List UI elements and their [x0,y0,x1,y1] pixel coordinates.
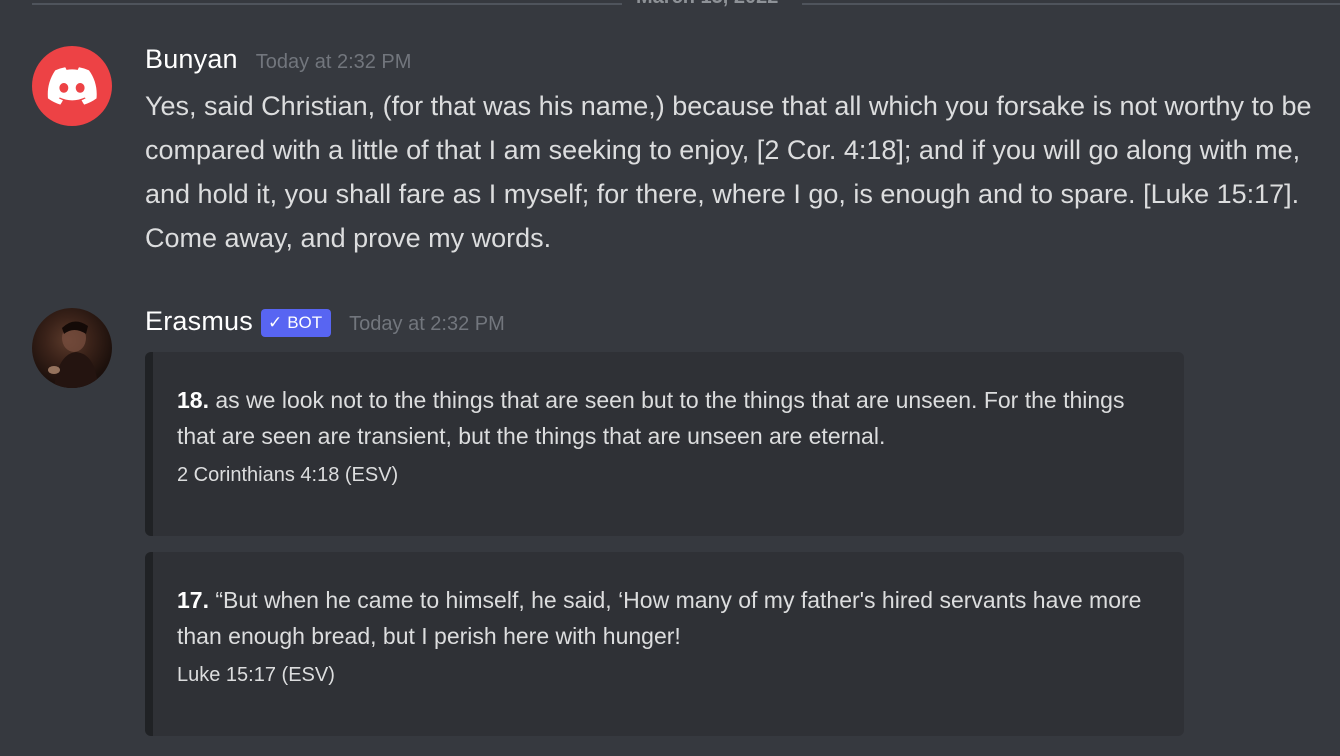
verse-reference: Luke 15:17 (ESV) [177,664,335,686]
username[interactable]: Erasmus [145,306,253,337]
message-body: Bunyan Today at 2:32 PM Yes, said Christ… [145,44,1320,260]
verse-text: “But when he came to himself, he said, ‘… [177,587,1142,649]
date-divider-label: March 13, 2022 [636,0,778,9]
portrait-avatar [48,321,98,388]
verse-number: 17. [177,587,209,613]
message-header: Bunyan Today at 2:32 PM [145,44,1320,84]
message-header: Erasmus ✓ BOT Today at 2:32 PM [145,306,1320,346]
timestamp[interactable]: Today at 2:32 PM [256,51,412,74]
chat-view: March 13, 2022 Bunyan Today at 2:32 PM Y… [0,0,1340,756]
divider-line [32,3,622,5]
verse-reference: 2 Corinthians 4:18 (ESV) [177,464,399,486]
message-body: Erasmus ✓ BOT Today at 2:32 PM [145,306,1320,346]
checkmark-icon: ✓ [267,313,283,332]
discord-logo-icon [47,67,97,105]
timestamp[interactable]: Today at 2:32 PM [349,313,505,336]
avatar-erasmus[interactable] [32,308,112,388]
verse-number: 18. [177,387,209,413]
date-divider: March 13, 2022 [32,0,1340,10]
embed-description: 17. “But when he came to himself, he sai… [177,582,1144,654]
verse-embed: 17. “But when he came to himself, he sai… [145,552,1184,736]
username[interactable]: Bunyan [145,44,238,75]
divider-line [802,3,1340,5]
bot-tag-label: BOT [287,313,323,332]
avatar-bunyan[interactable] [32,46,112,126]
bot-tag: ✓ BOT [260,309,332,337]
message-text: Yes, said Christian, (for that was his n… [145,91,1312,253]
embed-description: 18. as we look not to the things that ar… [177,382,1144,454]
verse-embed: 18. as we look not to the things that ar… [145,352,1184,536]
verse-text: as we look not to the things that are se… [177,387,1125,449]
